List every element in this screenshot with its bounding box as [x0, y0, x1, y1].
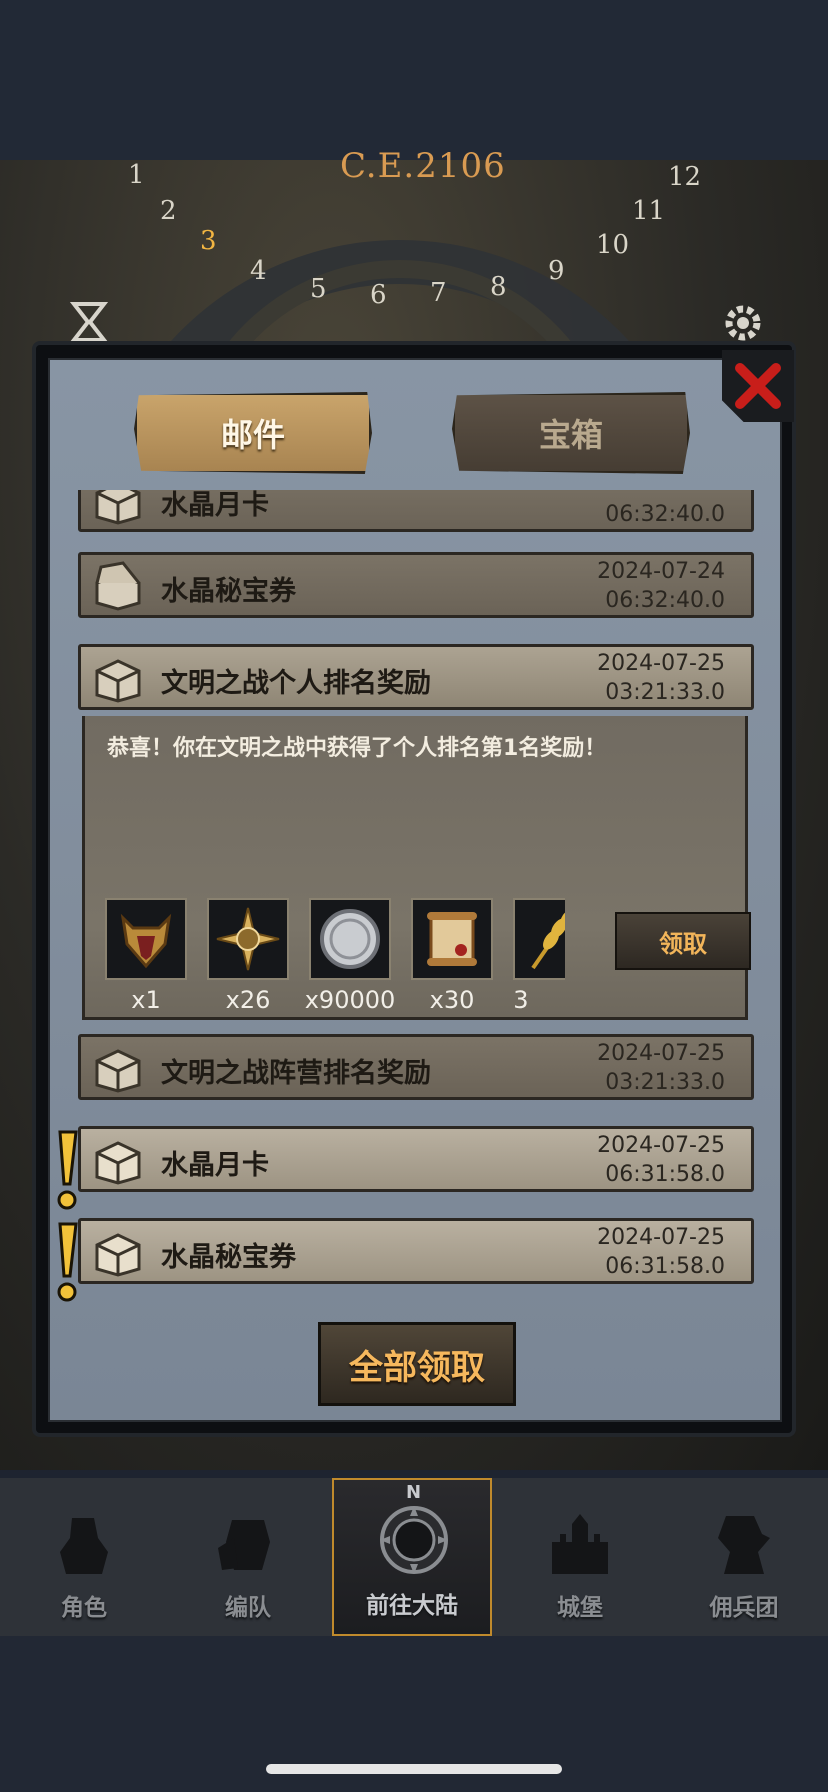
- ring-number-11: 11: [632, 196, 666, 226]
- ring-number-6: 6: [370, 280, 387, 310]
- mail-time: 06:32:40.0: [605, 502, 725, 527]
- nav-item-formation[interactable]: 编队: [168, 1478, 328, 1636]
- chest-icon: [95, 659, 141, 703]
- compass-star-icon: [216, 907, 280, 971]
- ring-number-1: 1: [128, 160, 145, 190]
- tab-chest-label: 宝箱: [538, 416, 603, 454]
- ring-number-2: 2: [160, 196, 177, 226]
- gear-icon[interactable]: [718, 298, 768, 348]
- mail-title: 文明之战阵营排名奖励: [161, 1058, 431, 1089]
- home-indicator[interactable]: [266, 1764, 562, 1774]
- reward-overflow-clip: x3: [513, 898, 565, 1018]
- reward-slot[interactable]: [513, 898, 565, 980]
- mail-time: 06:31:58.0: [605, 1254, 725, 1279]
- mail-detail: 恭喜！你在文明之战中获得了个人排名第1名奖励！ x1 x26 x90000 x3…: [82, 716, 751, 1020]
- mail-date: 2024-07-24: [597, 559, 725, 584]
- tab-mail[interactable]: 邮件: [134, 392, 372, 474]
- mail-title: 水晶月卡: [161, 1150, 269, 1181]
- reward-quantity: x90000: [304, 986, 396, 1014]
- knight-icon: [60, 1518, 108, 1574]
- mail-row-expanded[interactable]: 文明之战个人排名奖励 2024-07-25 03:21:33.0: [78, 644, 754, 710]
- status-bar-area: [0, 0, 828, 160]
- open-chest-icon: [95, 561, 141, 611]
- mail-row[interactable]: 水晶月卡 06:32:40.0: [78, 490, 754, 532]
- chest-icon: [95, 490, 141, 525]
- nav-item-character[interactable]: 角色: [4, 1478, 164, 1636]
- reward-quantity: x3: [513, 986, 529, 1014]
- reward-slot[interactable]: [105, 898, 187, 980]
- mail-title: 水晶月卡: [161, 490, 269, 521]
- exclamation-alert-icon: [57, 1222, 78, 1302]
- mail-title: 水晶秘宝券: [161, 576, 296, 607]
- wheat-icon: [531, 910, 565, 970]
- helmet-shield-icon: [218, 1520, 270, 1570]
- nav-label: 城堡: [557, 1595, 603, 1621]
- nav-item-continent[interactable]: N 前往大陆: [332, 1478, 492, 1636]
- ring-number-10: 10: [596, 230, 630, 260]
- mail-row[interactable]: 水晶秘宝券 2024-07-24 06:32:40.0: [78, 552, 754, 618]
- reward-slot[interactable]: [411, 898, 493, 980]
- silver-coin-icon: [320, 909, 380, 969]
- tab-mail-label: 邮件: [220, 416, 285, 454]
- mail-date: 2024-07-25: [597, 1133, 725, 1158]
- chest-icon: [95, 1049, 141, 1093]
- claim-all-label: 全部领取: [349, 1347, 485, 1388]
- mercenary-icon: [718, 1516, 770, 1574]
- ring-number-7: 7: [430, 278, 447, 308]
- chest-icon: [95, 1141, 141, 1185]
- nav-label: 编队: [225, 1595, 271, 1621]
- claim-button-label: 领取: [659, 929, 707, 958]
- mail-message: 恭喜！你在文明之战中获得了个人排名第1名奖励！: [107, 736, 607, 761]
- ring-number-12: 12: [668, 162, 702, 192]
- reward-slot[interactable]: [207, 898, 289, 980]
- scroll-icon: [427, 912, 477, 966]
- chest-icon: [95, 1233, 141, 1277]
- nav-label: 角色: [61, 1595, 107, 1621]
- bottom-nav: 角色 编队 N 前往大陆 城堡 佣兵团: [0, 1478, 828, 1636]
- mail-row[interactable]: 水晶月卡 2024-07-25 06:31:58.0: [78, 1126, 754, 1192]
- ring-number-4: 4: [250, 256, 267, 286]
- reward-quantity: x30: [429, 986, 475, 1014]
- reward-quantity: x1: [131, 986, 161, 1014]
- mail-date: 2024-07-25: [597, 1225, 725, 1250]
- ring-number-8: 8: [490, 272, 507, 302]
- mail-title: 文明之战个人排名奖励: [161, 668, 431, 699]
- hourglass-icon[interactable]: [66, 300, 112, 344]
- reward-quantity: x26: [225, 986, 271, 1014]
- ring-number-5: 5: [310, 274, 327, 304]
- claim-all-button[interactable]: 全部领取: [318, 1322, 516, 1406]
- ring-number-3: 3: [200, 226, 217, 256]
- mail-time: 06:32:40.0: [605, 588, 725, 613]
- compass-north-mark: N: [406, 1482, 422, 1503]
- exclamation-alert-icon: [57, 1130, 78, 1210]
- mail-row[interactable]: 水晶秘宝券 2024-07-25 06:31:58.0: [78, 1218, 754, 1284]
- mail-row[interactable]: 文明之战阵营排名奖励 2024-07-25 03:21:33.0: [78, 1034, 754, 1100]
- mail-date: 2024-07-25: [597, 1041, 725, 1066]
- mail-time: 06:31:58.0: [605, 1162, 725, 1187]
- mail-list[interactable]: 水晶月卡 06:32:40.0 水晶秘宝券 2024-07-24 06:32:4…: [48, 490, 778, 1300]
- era-label: C.E.2106: [340, 146, 506, 186]
- castle-icon: [552, 1514, 608, 1574]
- reward-slot[interactable]: [309, 898, 391, 980]
- nav-item-mercenary[interactable]: 佣兵团: [664, 1478, 824, 1636]
- nav-label: 前往大陆: [366, 1593, 458, 1619]
- mail-date: 2024-07-25: [597, 651, 725, 676]
- tab-chest[interactable]: 宝箱: [452, 392, 690, 474]
- ring-number-9: 9: [548, 256, 565, 286]
- helmet-icon: [120, 913, 172, 969]
- nav-item-castle[interactable]: 城堡: [500, 1478, 660, 1636]
- mail-time: 03:21:33.0: [605, 1070, 725, 1095]
- close-icon: [735, 363, 781, 409]
- claim-button[interactable]: 领取: [615, 912, 751, 970]
- nav-label: 佣兵团: [709, 1595, 779, 1621]
- mail-title: 水晶秘宝券: [161, 1242, 296, 1273]
- globe-compass-icon: [380, 1506, 448, 1574]
- mail-time: 03:21:33.0: [605, 680, 725, 705]
